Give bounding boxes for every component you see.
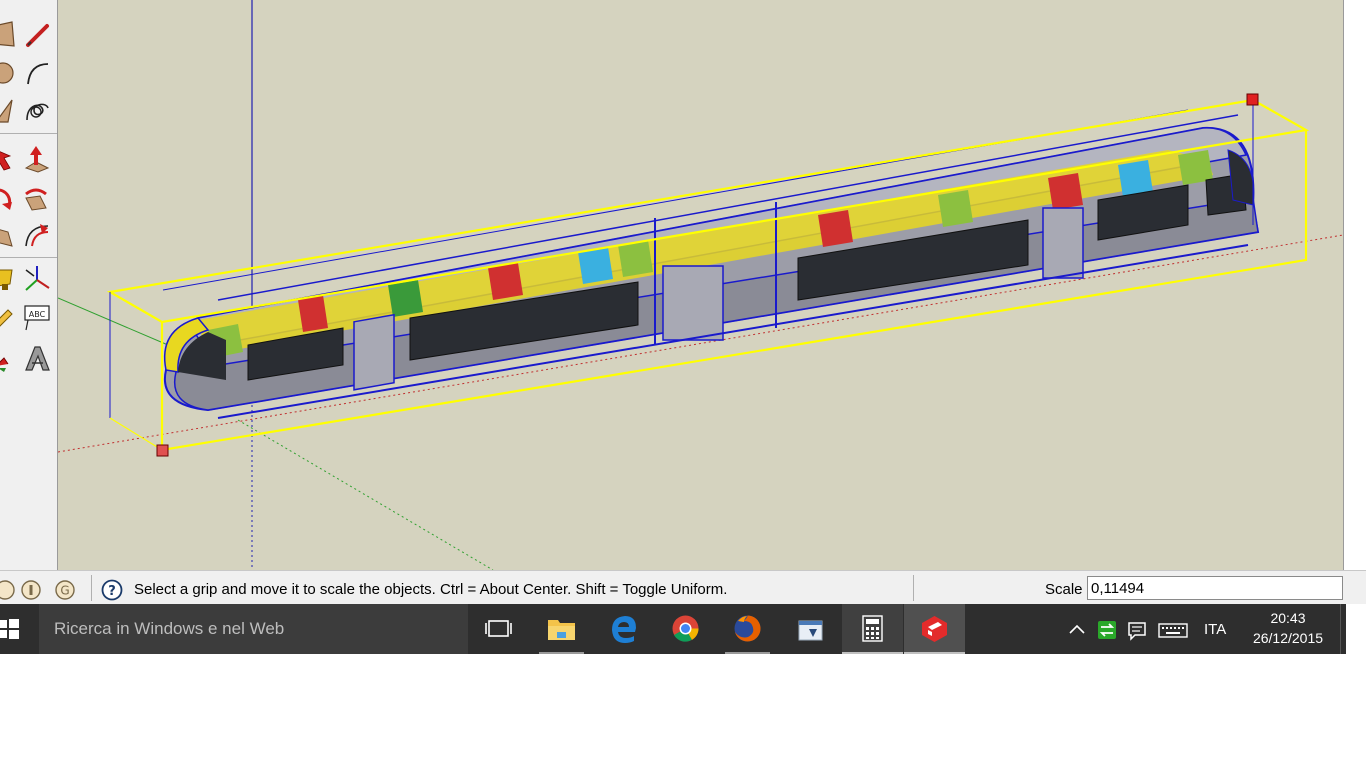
freehand-tool-icon[interactable] (22, 96, 52, 126)
chrome-button[interactable] (655, 604, 716, 654)
text-tool-icon[interactable]: ABC (22, 302, 52, 332)
firefox-icon (734, 615, 761, 642)
status-divider (91, 575, 92, 601)
tray-panel-edge (1343, 0, 1366, 570)
credits-icon[interactable] (20, 579, 42, 601)
train-body (162, 109, 1260, 419)
calculator-button[interactable] (842, 604, 903, 654)
geolocation-icon[interactable] (0, 579, 16, 601)
clock-date: 26/12/2015 (1252, 630, 1324, 646)
notepad-icon (798, 620, 823, 641)
sketchup-icon (922, 616, 947, 642)
large-tool-set-toolbar: ABC (0, 0, 58, 570)
file-explorer-button[interactable] (531, 604, 592, 654)
scale-grip-bottom-left[interactable] (156, 444, 169, 457)
status-bar: G ? Select a grip and move it to scale t… (0, 570, 1366, 604)
train-model-drawing[interactable] (58, 0, 1343, 570)
touch-keyboard-icon[interactable] (1158, 619, 1188, 641)
sync-tray-icon[interactable] (1096, 619, 1118, 641)
edge-icon (612, 616, 636, 643)
model-viewport[interactable] (58, 0, 1343, 570)
edge-button[interactable] (593, 604, 654, 654)
measurements-input[interactable] (1087, 576, 1343, 600)
svg-text:G: G (60, 584, 69, 598)
search-placeholder: Ricerca in Windows e nel Web (54, 619, 285, 638)
instructor-help-icon[interactable]: ? (101, 579, 123, 601)
task-view-icon (485, 620, 512, 637)
sign-in-icon[interactable]: G (54, 579, 76, 601)
toolbar-separator (0, 133, 57, 134)
axes-tool-icon[interactable] (22, 264, 52, 294)
svg-text:?: ? (108, 584, 116, 599)
file-explorer-icon (548, 620, 575, 640)
firefox-button[interactable] (717, 604, 778, 654)
windows-taskbar: Ricerca in Windows e nel Web ITA 20:43 2… (0, 604, 1346, 654)
show-desktop-button[interactable] (1340, 604, 1346, 654)
green-axis (58, 297, 169, 346)
green-axis-dashed (237, 419, 494, 570)
status-hint-text: Select a grip and move it to scale the o… (134, 581, 728, 598)
3d-text-tool-icon[interactable] (22, 344, 52, 374)
offset-tool-icon[interactable] (22, 220, 52, 250)
arc-tool-icon[interactable] (22, 58, 52, 88)
toolbar-separator (0, 257, 57, 258)
show-hidden-icons-chevron-icon[interactable] (1066, 619, 1088, 641)
text-tool-label: ABC (29, 310, 46, 319)
push-pull-tool-icon[interactable] (22, 144, 52, 174)
follow-me-tool-icon[interactable] (22, 182, 52, 212)
calculator-icon (862, 615, 883, 642)
taskbar-search-box[interactable]: Ricerca in Windows e nel Web (39, 604, 468, 654)
notepad-button[interactable] (780, 604, 841, 654)
input-language-indicator[interactable]: ITA (1204, 621, 1226, 638)
pencil-tool-icon[interactable] (22, 20, 52, 50)
sketchup-window: ABC G ? Select a grip and move it to sca… (0, 0, 1366, 604)
windows-logo-icon (0, 619, 19, 639)
measurements-label: Scale (1045, 581, 1083, 598)
task-view-button[interactable] (468, 604, 529, 654)
status-divider (913, 575, 914, 601)
action-center-icon[interactable] (1126, 619, 1148, 641)
scale-grip-top-right[interactable] (1246, 93, 1259, 106)
chrome-icon (672, 615, 699, 642)
sketchup-button[interactable] (904, 604, 965, 654)
clock-time: 20:43 (1270, 610, 1306, 626)
start-button[interactable] (0, 604, 39, 654)
